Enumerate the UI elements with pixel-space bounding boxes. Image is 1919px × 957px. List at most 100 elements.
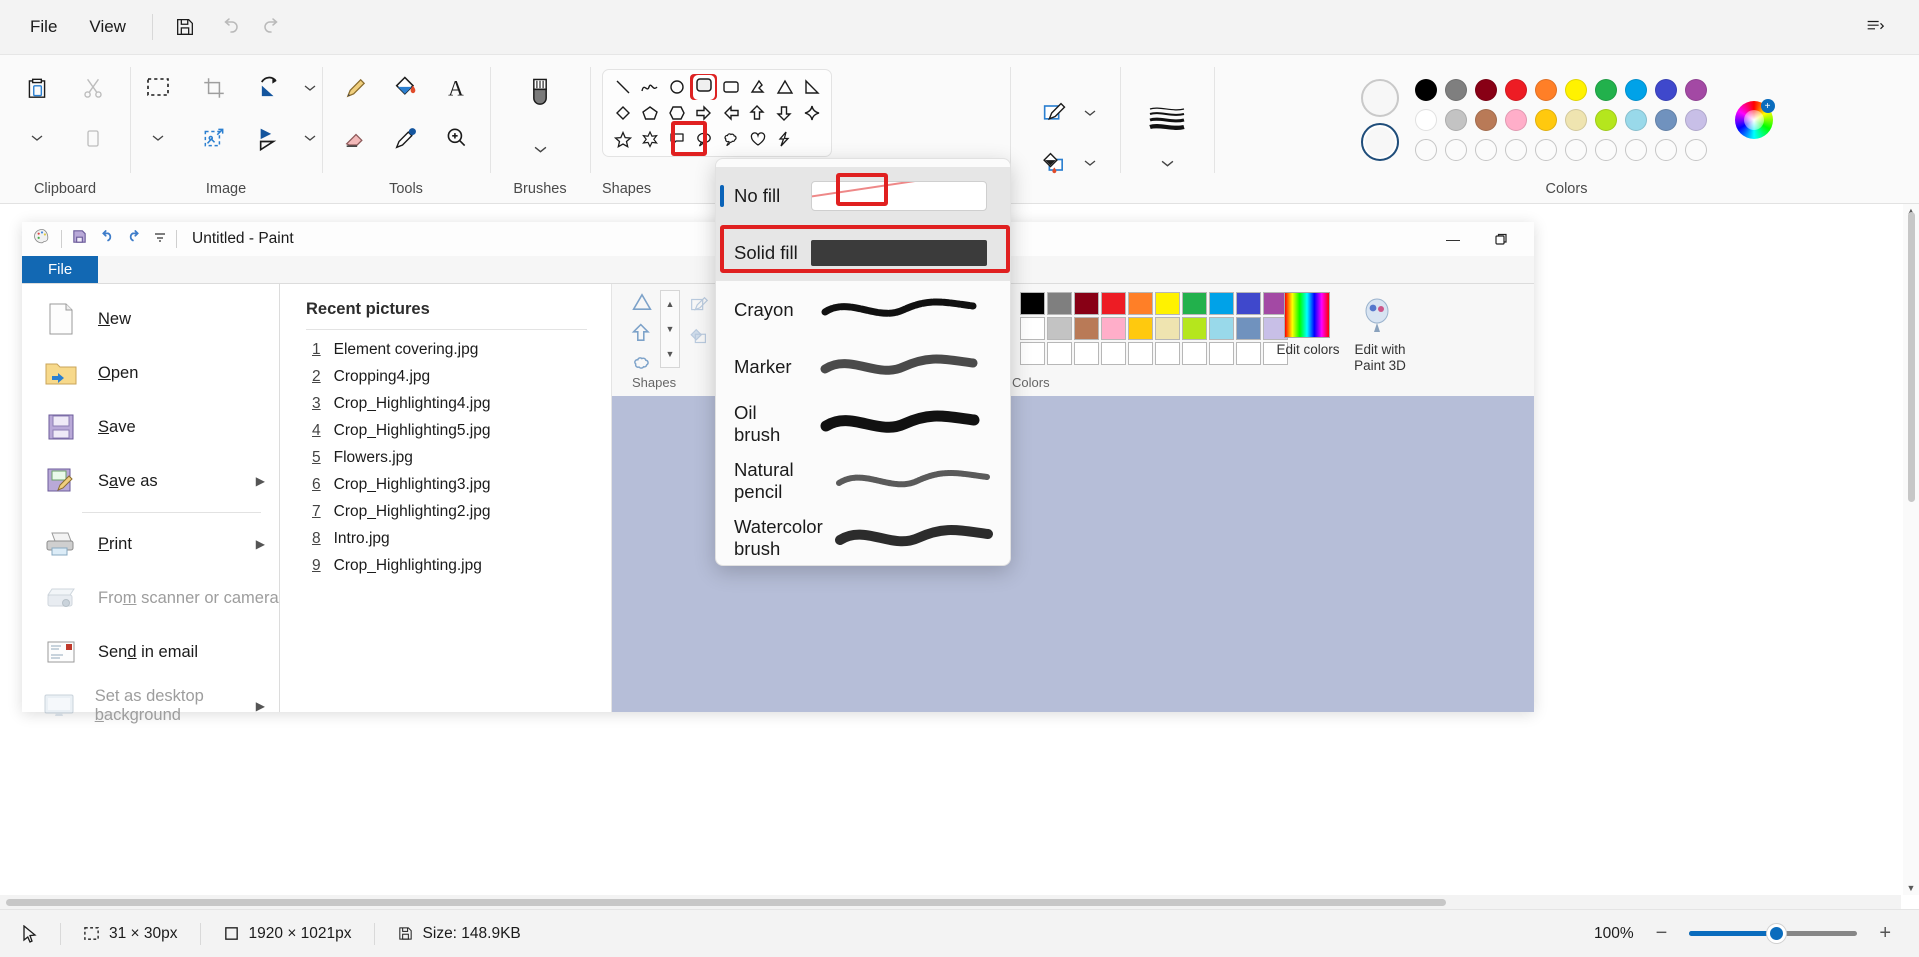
paint-3d-icon[interactable]: [1354, 292, 1400, 338]
fill-icon[interactable]: [1029, 138, 1079, 188]
color-swatch-0-9[interactable]: [1681, 75, 1711, 105]
menu-file[interactable]: File: [14, 10, 73, 44]
color-swatch-1-3[interactable]: [1501, 105, 1531, 135]
canvas-horizontal-scrollbar[interactable]: [0, 895, 1901, 909]
paste-chevron-down-icon[interactable]: [26, 113, 48, 163]
color-swatch-0-1[interactable]: [1441, 75, 1471, 105]
eyedropper-icon[interactable]: [381, 113, 431, 163]
color-swatch-1-4[interactable]: [1531, 105, 1561, 135]
crop-icon[interactable]: [189, 63, 239, 113]
color-swatch-2-8[interactable]: [1651, 135, 1681, 165]
inner-color-swatch-1-5[interactable]: [1155, 317, 1180, 340]
color-swatch-2-2[interactable]: [1471, 135, 1501, 165]
recent-picture-item[interactable]: 8Intro.jpg: [306, 525, 611, 552]
shape-triangle[interactable]: [771, 74, 798, 100]
file-menu-item-save[interactable]: Save: [22, 400, 279, 454]
inner-color-swatch-0-3[interactable]: [1101, 292, 1126, 315]
select-chevron-down-icon[interactable]: [147, 113, 169, 163]
shape-rounded-rectangle[interactable]: [690, 74, 717, 100]
shape-rectangle[interactable]: [717, 74, 744, 100]
shape-four-point-star[interactable]: [798, 100, 825, 126]
file-menu-item-print[interactable]: Print▶: [22, 517, 279, 571]
inner-color-swatch-2-6[interactable]: [1182, 342, 1207, 365]
color-swatch-1-2[interactable]: [1471, 105, 1501, 135]
shape-right-triangle-alt[interactable]: [744, 74, 771, 100]
shape-lightning[interactable]: [771, 126, 798, 152]
size-lines-icon[interactable]: [1146, 102, 1188, 139]
inner-color-swatch-2-3[interactable]: [1101, 342, 1126, 365]
fill-option-no-fill[interactable]: No fill: [716, 167, 1010, 224]
shape-oval-callout[interactable]: [690, 126, 717, 152]
eraser-icon[interactable]: [331, 113, 381, 163]
color-swatch-1-0[interactable]: [1411, 105, 1441, 135]
color-swatch-1-5[interactable]: [1561, 105, 1591, 135]
color-swatch-0-6[interactable]: [1591, 75, 1621, 105]
file-menu-item-save-as[interactable]: Save as▶: [22, 454, 279, 508]
inner-color-swatch-1-6[interactable]: [1182, 317, 1207, 340]
rotate-icon[interactable]: [245, 63, 295, 113]
color-swatch-1-8[interactable]: [1651, 105, 1681, 135]
color-swatch-2-5[interactable]: [1561, 135, 1591, 165]
pencil-icon[interactable]: [331, 63, 381, 113]
fill-option-watercolor-brush[interactable]: Watercolor brush: [716, 509, 1010, 566]
recent-pictures-list[interactable]: 1Element covering.jpg2Cropping4.jpg3Crop…: [306, 336, 611, 579]
shape-line[interactable]: [609, 74, 636, 100]
inner-color-swatch-2-0[interactable]: [1020, 342, 1045, 365]
inner-color-swatch-2-5[interactable]: [1155, 342, 1180, 365]
undo-icon[interactable]: [207, 9, 251, 45]
color-1-swatch[interactable]: [1361, 79, 1399, 117]
inner-shapes-scroll-up-icon[interactable]: ▲: [666, 299, 675, 309]
inner-color-palette[interactable]: [1020, 292, 1288, 365]
shape-pentagon[interactable]: [636, 100, 663, 126]
fill-bucket-icon[interactable]: [381, 63, 431, 113]
shape-rounded-callout[interactable]: [663, 126, 690, 152]
file-menu-item-send-in-email[interactable]: Send in email: [22, 625, 279, 679]
color-swatch-1-6[interactable]: [1591, 105, 1621, 135]
recent-picture-item[interactable]: 4Crop_Highlighting5.jpg: [306, 417, 611, 444]
copy-icon[interactable]: [68, 113, 118, 163]
inner-color-swatch-2-8[interactable]: [1236, 342, 1261, 365]
inner-color-swatch-0-4[interactable]: [1128, 292, 1153, 315]
shape-arrow-down[interactable]: [771, 100, 798, 126]
menu-view[interactable]: View: [73, 10, 142, 44]
brushes-chevron-down-icon[interactable]: [529, 124, 551, 174]
color-swatch-2-7[interactable]: [1621, 135, 1651, 165]
shape-arrow-right[interactable]: [690, 100, 717, 126]
shape-right-triangle[interactable]: [798, 74, 825, 100]
inner-color-swatch-2-1[interactable]: [1047, 342, 1072, 365]
color-swatch-1-1[interactable]: [1441, 105, 1471, 135]
shape-oval[interactable]: [663, 74, 690, 100]
color-swatch-2-1[interactable]: [1441, 135, 1471, 165]
inner-color-swatch-0-7[interactable]: [1209, 292, 1234, 315]
inner-color-swatch-1-1[interactable]: [1047, 317, 1072, 340]
shapes-gallery[interactable]: [602, 69, 832, 157]
inner-color-swatch-0-5[interactable]: [1155, 292, 1180, 315]
inner-color-swatch-1-3[interactable]: [1101, 317, 1126, 340]
select-icon[interactable]: [133, 63, 183, 113]
recent-picture-item[interactable]: 7Crop_Highlighting2.jpg: [306, 498, 611, 525]
zoom-out-button[interactable]: −: [1650, 922, 1674, 945]
fill-option-marker[interactable]: Marker: [716, 338, 1010, 395]
recent-picture-item[interactable]: 1Element covering.jpg: [306, 336, 611, 363]
file-menu-item-open[interactable]: Open: [22, 346, 279, 400]
color-swatch-2-4[interactable]: [1531, 135, 1561, 165]
resize-icon[interactable]: [189, 113, 239, 163]
color-2-swatch[interactable]: [1361, 123, 1399, 161]
inner-color-swatch-1-0[interactable]: [1020, 317, 1045, 340]
shape-five-point-star[interactable]: [609, 126, 636, 152]
zoom-in-button[interactable]: +: [1873, 922, 1897, 945]
brush-icon[interactable]: [524, 77, 556, 124]
inner-tab-file[interactable]: File: [22, 256, 98, 283]
outline-chevron-down-icon[interactable]: [1079, 88, 1101, 138]
fill-style-dropdown[interactable]: No fillSolid fillCrayonMarkerOil brushNa…: [715, 158, 1011, 566]
magnifier-icon[interactable]: [431, 113, 481, 163]
shape-heart[interactable]: [744, 126, 771, 152]
color-swatch-0-5[interactable]: [1561, 75, 1591, 105]
shape-diamond[interactable]: [609, 100, 636, 126]
color-swatch-2-3[interactable]: [1501, 135, 1531, 165]
recent-picture-item[interactable]: 3Crop_Highlighting4.jpg: [306, 390, 611, 417]
inner-color-swatch-2-4[interactable]: [1128, 342, 1153, 365]
shape-curve[interactable]: [636, 74, 663, 100]
inner-color-swatch-1-8[interactable]: [1236, 317, 1261, 340]
canvas-vertical-scrollbar[interactable]: ▲ ▼: [1903, 204, 1919, 895]
